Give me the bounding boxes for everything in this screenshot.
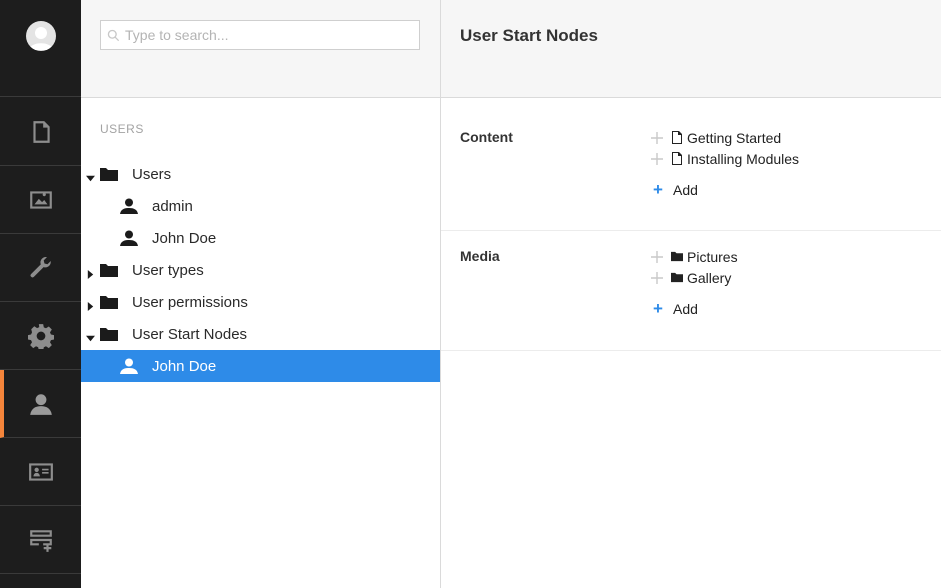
folder-icon xyxy=(100,294,118,310)
page-title: User Start Nodes xyxy=(460,26,598,45)
property-media: Media Pictures Gallery + Add xyxy=(441,232,941,351)
forms-icon xyxy=(29,529,52,552)
user-icon xyxy=(120,358,138,374)
plus-icon: + xyxy=(653,180,663,199)
folder-icon xyxy=(671,250,686,264)
property-label: Media xyxy=(460,248,500,264)
folder-icon xyxy=(100,262,118,278)
add-label: Add xyxy=(673,182,698,198)
tree-panel: USERS Users admin John Doe User types Us… xyxy=(81,0,441,588)
start-node-name: Installing Modules xyxy=(687,151,800,167)
property-content: Content Getting Started Installing Modul… xyxy=(441,98,941,231)
tree-item-john-doe[interactable]: John Doe xyxy=(81,222,440,254)
caret-right-icon[interactable] xyxy=(86,298,95,311)
tree-item-users[interactable]: Users xyxy=(81,158,440,190)
tree-item-label: Users xyxy=(132,165,172,183)
id-card-icon xyxy=(28,462,53,481)
tree-item-label: User permissions xyxy=(132,293,248,311)
document-icon xyxy=(671,131,686,145)
document-icon xyxy=(671,152,686,166)
tree-item-user-types[interactable]: User types xyxy=(81,254,440,286)
caret-right-icon[interactable] xyxy=(86,266,95,279)
avatar-area xyxy=(0,0,81,97)
image-icon xyxy=(29,190,52,209)
drag-handle-icon[interactable] xyxy=(649,151,665,167)
editor-panel: User Start Nodes Content Getting Started… xyxy=(441,0,941,588)
folder-icon xyxy=(671,271,686,285)
user-icon xyxy=(120,230,138,246)
add-media-start-node-button[interactable]: + Add xyxy=(649,299,698,319)
add-content-start-node-button[interactable]: + Add xyxy=(649,180,698,200)
start-node-item[interactable]: Installing Modules xyxy=(649,149,799,169)
tree-item-label: John Doe xyxy=(152,357,217,375)
tree-item-label: admin xyxy=(152,197,193,215)
tree-item-john-doe-selected[interactable]: John Doe xyxy=(81,350,440,382)
start-node-item[interactable]: Getting Started xyxy=(649,128,781,148)
start-node-name: Getting Started xyxy=(687,130,782,146)
add-label: Add xyxy=(673,301,698,317)
start-node-name: Gallery xyxy=(687,270,732,286)
section-developer[interactable] xyxy=(0,302,81,370)
property-label: Content xyxy=(460,129,513,145)
section-media[interactable] xyxy=(0,166,81,234)
tree-header xyxy=(81,0,440,98)
section-content[interactable] xyxy=(0,98,81,166)
tree-item-label: User types xyxy=(132,261,204,279)
tree-item-user-permissions[interactable]: User permissions xyxy=(81,286,440,318)
folder-icon xyxy=(100,326,118,342)
user-icon xyxy=(120,198,138,214)
section-settings[interactable] xyxy=(0,234,81,302)
wrench-icon xyxy=(30,256,51,277)
tree-item-label: User Start Nodes xyxy=(132,325,248,343)
drag-handle-icon[interactable] xyxy=(649,130,665,146)
tree-item-user-start-nodes[interactable]: User Start Nodes xyxy=(81,318,440,350)
search-icon xyxy=(107,29,120,42)
document-icon xyxy=(32,120,50,143)
start-node-item[interactable]: Gallery xyxy=(649,268,731,288)
plus-icon: + xyxy=(653,299,663,318)
folder-icon xyxy=(100,166,118,182)
editor-header: User Start Nodes xyxy=(441,0,941,98)
user-icon xyxy=(29,393,52,415)
tree-item-label: John Doe xyxy=(152,229,217,247)
drag-handle-icon[interactable] xyxy=(649,270,665,286)
app-sidebar xyxy=(0,0,81,588)
section-forms[interactable] xyxy=(0,506,81,574)
tree-section-title: USERS xyxy=(100,122,144,136)
caret-down-icon[interactable] xyxy=(86,170,95,181)
search-box xyxy=(100,20,420,50)
caret-down-icon[interactable] xyxy=(86,330,95,341)
tree-item-admin[interactable]: admin xyxy=(81,190,440,222)
search-input[interactable] xyxy=(125,21,415,49)
gear-icon xyxy=(27,323,54,349)
drag-handle-icon[interactable] xyxy=(649,249,665,265)
avatar-icon[interactable] xyxy=(25,21,56,51)
start-node-item[interactable]: Pictures xyxy=(649,247,738,267)
section-members[interactable] xyxy=(0,438,81,506)
section-users[interactable] xyxy=(0,370,81,438)
start-node-name: Pictures xyxy=(687,249,738,265)
